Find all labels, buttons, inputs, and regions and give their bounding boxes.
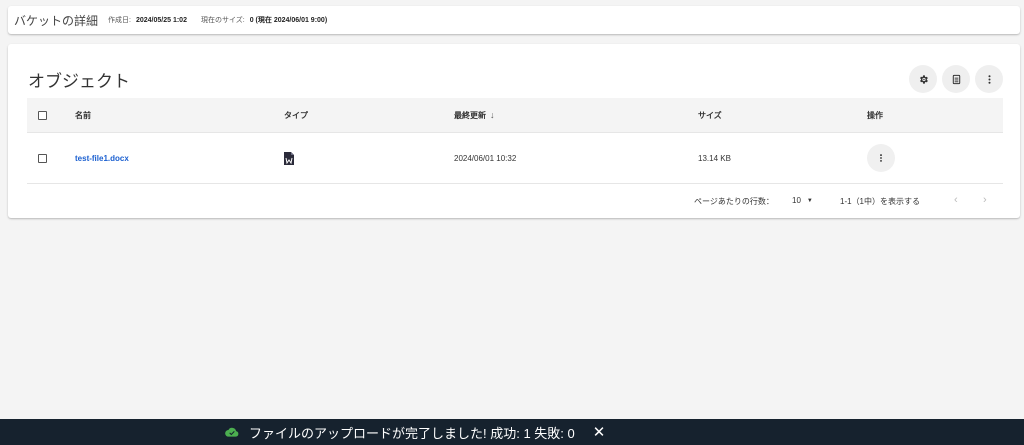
column-header-ops: 操作	[867, 110, 883, 120]
more-options-button[interactable]	[975, 65, 1003, 93]
table-row[interactable]: test-file1.docx 2024/06/01 10:32 13.14 K…	[27, 133, 1003, 184]
column-header-updated[interactable]: 最終更新 ↓	[454, 98, 495, 132]
snackbar-message: ファイルのアップロードが完了しました! 成功: 1 失敗: 0	[249, 425, 575, 441]
columns-icon	[952, 74, 960, 84]
word-document-icon	[284, 151, 294, 165]
close-snackbar-button[interactable]: ✕	[593, 423, 606, 441]
select-all-cell	[38, 98, 47, 132]
row-actions-button[interactable]	[867, 144, 895, 172]
pagination: ページあたりの行数： 10 ▼ 1-1（1中）を表示する ‹ ›	[8, 192, 1020, 208]
current-size-label: 現在のサイズ:	[200, 17, 245, 24]
select-all-checkbox[interactable]	[38, 110, 47, 120]
cloud-done-icon	[225, 427, 239, 437]
row-select-checkbox[interactable]	[38, 153, 47, 163]
row-size-cell: 13.14 KB	[698, 153, 731, 163]
gear-icon	[919, 74, 928, 84]
objects-panel: オブジェクト 名前 タイプ 最終更新 ↓ サイズ 操作 test-file1.d…	[8, 44, 1020, 218]
settings-button[interactable]	[909, 65, 937, 93]
sort-arrow-icon[interactable]: ↓	[490, 110, 495, 120]
page-range-text: 1-1（1中）を表示する	[840, 197, 921, 206]
row-name-cell: test-file1.docx	[75, 133, 129, 183]
column-header-size[interactable]: サイズ	[698, 98, 722, 132]
bucket-details-header: バケットの詳細 作成日: 2024/05/25 1:02 現在のサイズ: 0 (…	[8, 6, 1020, 34]
created-value: 2024/05/25 1:02	[135, 16, 187, 24]
columns-button[interactable]	[942, 65, 970, 93]
row-ops-cell	[867, 133, 895, 183]
rows-per-page-select[interactable]: 10 ▼	[792, 196, 813, 205]
file-name-link[interactable]: test-file1.docx	[75, 154, 129, 163]
caret-down-icon: ▼	[806, 197, 813, 204]
objects-title: オブジェクト	[28, 72, 130, 91]
table-header: 名前 タイプ 最終更新 ↓ サイズ 操作	[27, 98, 1003, 133]
next-page-button[interactable]: ›	[983, 194, 987, 206]
bucket-details-title: バケットの詳細	[14, 13, 99, 28]
column-header-updated-label: 最終更新	[454, 110, 486, 120]
created-label: 作成日:	[108, 17, 131, 24]
more-vert-icon	[987, 74, 991, 84]
rows-per-page-value: 10	[792, 196, 801, 205]
row-type-cell	[284, 133, 294, 183]
row-select-cell	[38, 133, 47, 183]
prev-page-button[interactable]: ‹	[954, 194, 958, 206]
upload-snackbar: ファイルのアップロードが完了しました! 成功: 1 失敗: 0 ✕	[0, 419, 1024, 445]
column-header-name[interactable]: 名前	[75, 98, 91, 132]
rows-per-page-label: ページあたりの行数：	[694, 197, 774, 206]
current-size-value: 0 (現在 2024/06/01 9:00)	[249, 17, 328, 24]
column-header-type[interactable]: タイプ	[284, 98, 308, 132]
more-vert-icon	[880, 154, 882, 162]
row-updated-cell: 2024/06/01 10:32	[454, 153, 517, 163]
